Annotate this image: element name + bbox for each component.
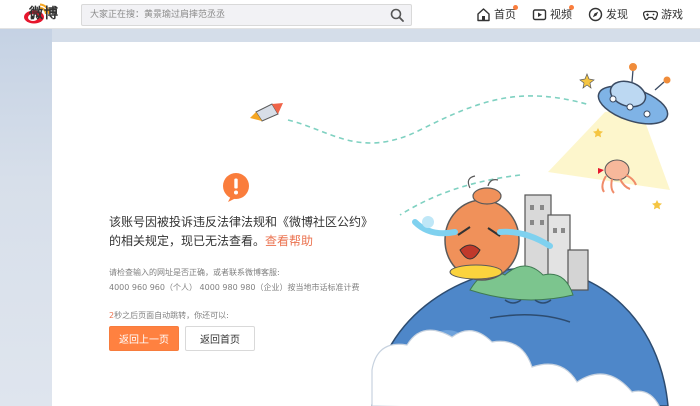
redirect-notice: 2秒之后页面自动跳转，你还可以: (109, 310, 229, 321)
error-message: 该账号因被投诉违反法律法规和《微博社区公约》 的相关规定，现已无法查看。查看帮助 (109, 213, 379, 251)
error-message-line1: 该账号因被投诉违反法律法规和《微博社区公约》 (109, 215, 374, 229)
redirect-text: 秒之后页面自动跳转，你还可以: (114, 311, 229, 320)
support-phone-text: 4000 960 960（个人） 4000 980 980（企业）按当地市话标准… (109, 283, 360, 292)
error-illustration (250, 63, 671, 406)
star-icon (652, 200, 662, 210)
home-button[interactable]: 返回首页 (185, 326, 255, 351)
help-link[interactable]: 查看帮助 (265, 234, 313, 248)
warning-icon (223, 173, 249, 202)
back-button[interactable]: 返回上一页 (109, 326, 179, 351)
star-icon (579, 73, 595, 89)
error-message-line2-text: 的相关规定，现已无法查看。 (109, 234, 266, 248)
contact-info: 请检查输入的网址是否正确，或者联系微博客服: 4000 960 960（个人） … (109, 265, 399, 295)
dashed-path (287, 95, 591, 144)
rocket-icon (250, 103, 283, 122)
error-message-line2: 的相关规定，现已无法查看。查看帮助 (109, 232, 379, 251)
check-url-text: 请检查输入的网址是否正确，或者联系微博客服: (109, 268, 280, 277)
